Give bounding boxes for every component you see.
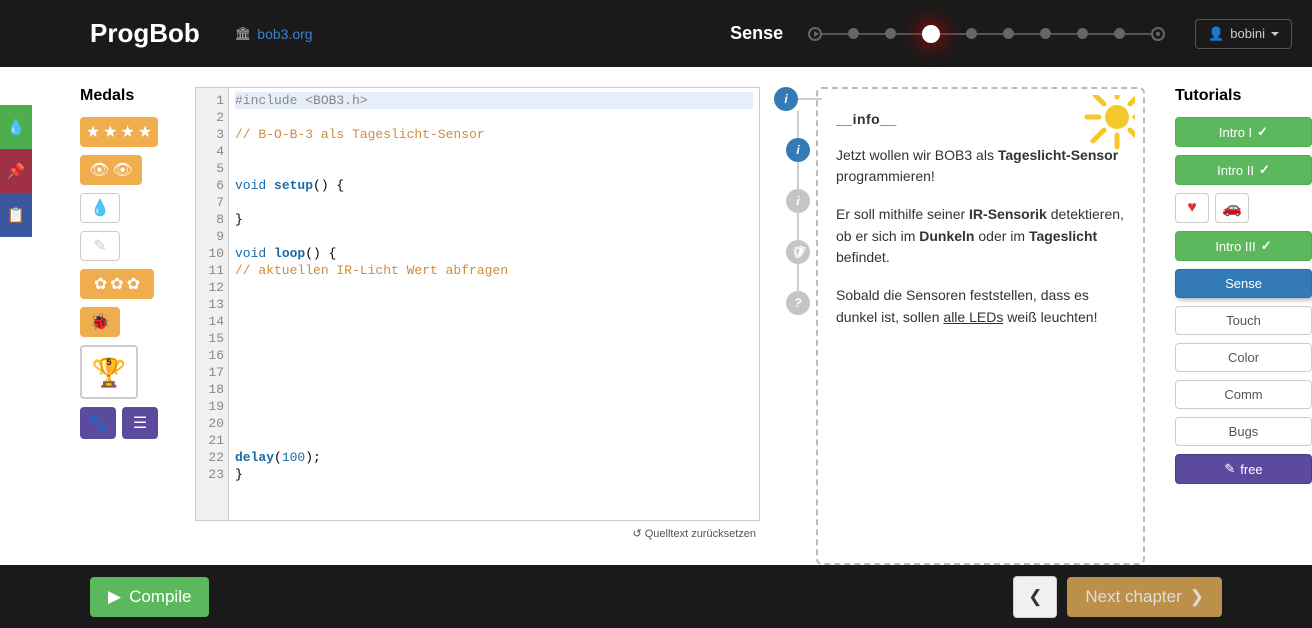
tutorial-heart[interactable]: ♥ [1175,193,1209,223]
tutorial-car[interactable]: 🚗 [1215,193,1249,223]
progress-dot[interactable] [966,28,977,39]
user-menu-button[interactable]: 👤 bobini [1195,19,1292,49]
tutorial-sense[interactable]: Sense [1175,269,1312,298]
medal-wand-locked[interactable]: ✎ [80,231,120,261]
bug-icon: 🐞 [90,312,110,332]
tutorial-free[interactable]: ✎ free [1175,454,1312,484]
drop-icon: 💧 [7,118,26,136]
wand-icon: ✎ [93,236,106,256]
tutorial-comm[interactable]: Comm [1175,380,1312,409]
chevron-left-icon: ❮ [1028,587,1042,607]
eye-icon: 👁 [89,160,109,180]
medal-drop-locked[interactable]: 💧 [80,193,120,223]
user-name: bobini [1230,26,1265,41]
compile-button[interactable]: ▶ Compile [90,577,209,617]
side-tab-pin[interactable]: 📌 [0,149,32,193]
trophy-box[interactable]: 5 🏆 [80,345,138,399]
domain-text: bob3.org [257,26,312,42]
progress-indicator [808,25,1165,43]
tutorial-intro3[interactable]: Intro III [1175,231,1312,261]
next-label: Next chapter [1085,587,1181,607]
eye-icon: 👁 [113,160,133,180]
star-icon: ★ [138,122,152,142]
info-step-nav: i i i 🛡 ? [780,87,816,565]
side-tab-drop[interactable]: 💧 [0,105,32,149]
medals-heading: Medals [80,87,185,105]
progress-dot-current[interactable] [922,25,940,43]
paw-icon: 🐾 [88,413,108,433]
info-step-2[interactable]: i [786,138,810,162]
progress-dot[interactable] [1114,28,1125,39]
breadcrumb-current: Sense [730,23,783,44]
progress-dot[interactable] [848,28,859,39]
info-step-4[interactable]: 🛡 [786,240,810,264]
code-editor[interactable]: 1234567891011121314151617181920212223 #i… [195,87,760,521]
code-content[interactable]: #include <BOB3.h> // B-O-B-3 als Tagesli… [229,88,759,520]
info-step-5[interactable]: ? [786,291,810,315]
trophy-number: 5 [106,357,111,367]
info-panel: __info__ Jetzt wollen wir BOB3 als Tages… [816,87,1145,565]
side-tab-copy[interactable]: 📋 [0,193,32,237]
info-step-1[interactable]: i [774,87,798,111]
edit-icon: ✎ [1224,461,1235,477]
app-logo: ProgBob [90,18,200,49]
gear-icon: ✿ [110,274,123,294]
menu-button[interactable]: ☰ [122,407,158,439]
star-icon: ★ [121,122,135,142]
star-icon: ★ [103,122,117,142]
tutorial-intro2[interactable]: Intro II [1175,155,1312,185]
domain-link[interactable]: 🏛 bob3.org [235,26,313,42]
sun-icon [1057,95,1135,165]
check-icon [1261,238,1272,254]
menu-icon: ☰ [133,413,147,433]
pin-icon: 📌 [7,162,26,180]
tutorial-touch[interactable]: Touch [1175,306,1312,335]
car-icon: 🚗 [1222,198,1242,218]
check-icon [1257,124,1268,140]
chevron-right-icon: ❯ [1190,587,1204,607]
user-icon: 👤 [1208,26,1224,42]
medal-gears[interactable]: ✿✿✿ [80,269,154,299]
tutorials-heading: Tutorials [1175,87,1312,105]
progress-start-icon[interactable] [808,27,822,41]
reset-code-link[interactable]: ↺ Quelltext zurücksetzen [195,521,760,540]
line-gutter: 1234567891011121314151617181920212223 [196,88,229,520]
tutorial-intro1[interactable]: Intro I [1175,117,1312,147]
drop-icon: 💧 [90,198,110,218]
star-icon: ★ [86,122,100,142]
heart-icon: ♥ [1187,199,1197,217]
medal-stars[interactable]: ★★★★ [80,117,158,147]
medal-bug[interactable]: 🐞 [80,307,120,337]
progress-dot[interactable] [1040,28,1051,39]
copy-icon: 📋 [7,206,26,224]
caret-down-icon [1271,32,1279,36]
progress-end-icon[interactable] [1151,27,1165,41]
paw-button[interactable]: 🐾 [80,407,116,439]
next-chapter-button[interactable]: Next chapter ❯ [1067,577,1222,617]
info-step-3[interactable]: i [786,189,810,213]
progress-dot[interactable] [1077,28,1088,39]
gear-icon: ✿ [127,274,140,294]
play-icon: ▶ [108,587,121,607]
prev-chapter-button[interactable]: ❮ [1013,576,1057,618]
tutorial-color[interactable]: Color [1175,343,1312,372]
gear-icon: ✿ [94,274,107,294]
progress-dot[interactable] [1003,28,1014,39]
fort-icon: 🏛 [235,26,252,42]
medal-eyes[interactable]: 👁👁 [80,155,142,185]
compile-label: Compile [129,587,191,607]
progress-dot[interactable] [885,28,896,39]
tutorial-bugs[interactable]: Bugs [1175,417,1312,446]
check-icon [1259,162,1270,178]
